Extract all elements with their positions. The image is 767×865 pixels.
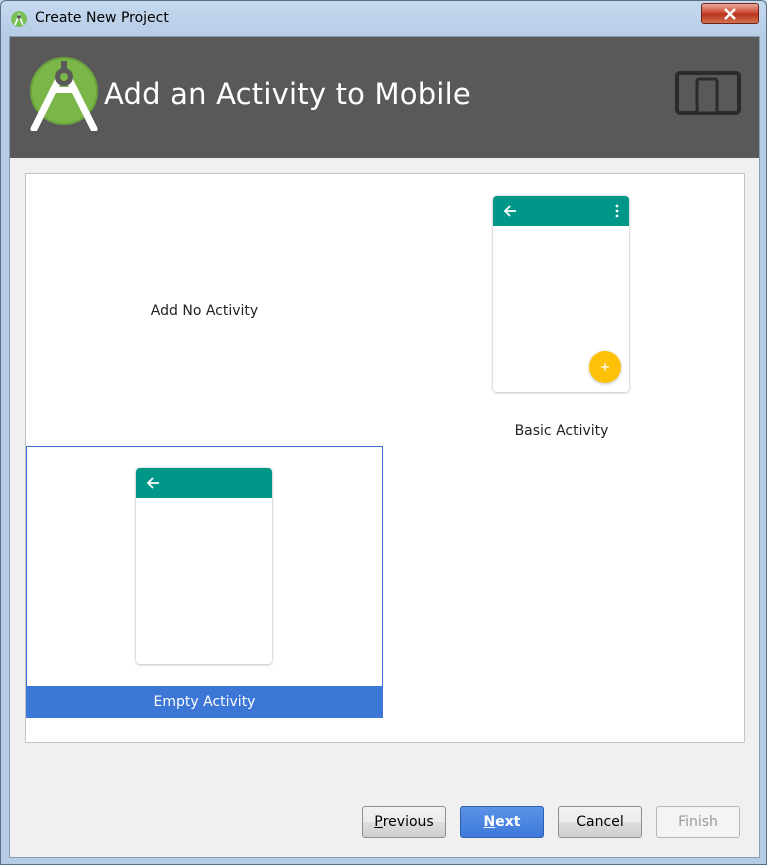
tile-label-selected: Empty Activity [26, 686, 383, 718]
back-arrow-icon [146, 477, 159, 489]
back-arrow-icon [503, 205, 516, 217]
title-bar[interactable]: Create New Project [1, 1, 766, 35]
basic-activity-preview [493, 196, 629, 392]
plus-icon [601, 363, 609, 371]
cancel-button[interactable]: Cancel [558, 806, 642, 838]
window-title: Create New Project [35, 10, 169, 26]
next-button[interactable]: Next [460, 806, 544, 838]
previous-mnemonic: P [374, 814, 383, 830]
app-bar [493, 196, 629, 226]
tile-label: Add No Activity [150, 303, 259, 319]
page-title: Add an Activity to Mobile [104, 77, 471, 111]
tablet-phone-icon [675, 71, 741, 115]
next-label: ext [495, 814, 521, 830]
empty-activity-preview [136, 468, 272, 664]
close-icon [724, 7, 736, 20]
app-bar [136, 468, 272, 498]
tile-empty-activity[interactable]: Empty Activity [26, 446, 383, 718]
fab-button [589, 351, 621, 383]
previous-button[interactable]: Previous [362, 806, 446, 838]
previous-label: revious [382, 814, 434, 830]
tile-label: Basic Activity [514, 423, 609, 439]
tile-add-no-activity[interactable]: Add No Activity [26, 174, 383, 446]
tile-basic-activity[interactable]: Basic Activity [383, 174, 740, 446]
header-banner: Add an Activity to Mobile [10, 37, 759, 158]
next-mnemonic: N [483, 814, 496, 830]
overflow-menu-icon [615, 204, 619, 218]
create-project-window: Create New Project Add an Activity to Mo… [0, 0, 767, 865]
cancel-label: Cancel [576, 814, 624, 830]
dialog-client-area: Add an Activity to Mobile Add No Activit… [9, 36, 760, 858]
android-studio-logo [30, 57, 98, 131]
finish-label: Finish [678, 814, 718, 830]
activity-gallery: Add No Activity Basic Activity Empty Act… [25, 173, 745, 743]
android-studio-icon [11, 11, 27, 27]
finish-button[interactable]: Finish [656, 806, 740, 838]
close-button[interactable] [701, 3, 759, 24]
